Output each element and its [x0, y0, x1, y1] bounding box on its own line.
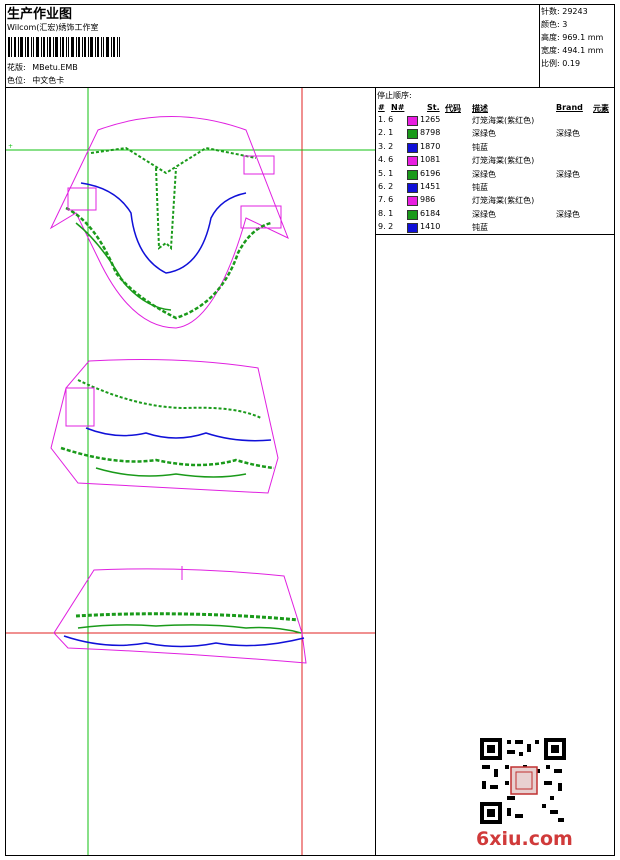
color-value: 中文色卡 — [32, 76, 65, 85]
row-seq: 1. 6 — [378, 115, 394, 124]
stat-colors: 颜色: 3 — [541, 20, 568, 29]
row-code: 1451 — [420, 182, 441, 191]
row-brand: 深绿色 — [556, 129, 580, 139]
color-swatch — [407, 209, 418, 220]
color-field: 色位: 中文色卡 — [7, 75, 64, 86]
row-code: 986 — [420, 195, 436, 205]
row-desc: 灯笼海棠(紫红色) — [472, 116, 535, 125]
table-row: 1. 6 1265 灯笼海棠(紫红色) — [377, 115, 615, 128]
table-row: 9. 2 1410 钝蓝 — [377, 222, 615, 235]
page-title: 生产作业图 — [7, 7, 73, 22]
row-code: 6196 — [420, 168, 441, 178]
qr-center-stamp — [510, 766, 538, 795]
row-desc: 钝蓝 — [472, 142, 488, 152]
site-logo: 6xiu.com — [476, 828, 573, 850]
row-seq: 7. 6 — [378, 195, 394, 205]
col-header-desc: 描述 — [472, 104, 488, 113]
row-seq: 2. 1 — [378, 128, 394, 138]
stat-width: 宽度: 494.1 mm — [541, 46, 604, 55]
frame-top — [5, 4, 615, 5]
row-code: 1870 — [420, 141, 441, 151]
row-desc: 灯笼海棠(紫红色) — [472, 196, 535, 206]
col-header-n: N# — [391, 103, 405, 112]
color-swatch — [407, 223, 418, 234]
piece-hem — [53, 566, 307, 664]
col-header-brand: Brand — [556, 103, 583, 112]
table-row: 8. 1 6184 深绿色 深绿色 — [377, 209, 615, 222]
studio-name: Wilcom(汇宏)绣饰工作室 — [7, 23, 99, 32]
stop-sequence-title: 停止顺序: — [377, 91, 412, 100]
row-desc: 钝蓝 — [472, 183, 488, 192]
row-code: 1265 — [420, 115, 441, 124]
row-brand: 深绿色 — [556, 169, 580, 179]
stats-divider — [539, 4, 540, 88]
stat-scale: 比例: 0.19 — [541, 59, 581, 68]
color-swatch — [407, 129, 418, 140]
color-swatch — [407, 156, 418, 167]
table-row: 4. 6 1081 灯笼海棠(紫红色) — [377, 155, 615, 168]
row-code: 1410 — [420, 222, 441, 232]
stat-height: 高度: 969.1 mm — [541, 33, 604, 42]
color-swatch — [407, 142, 418, 153]
row-seq: 3. 2 — [378, 141, 394, 151]
row-seq: 6. 2 — [378, 182, 394, 191]
row-desc: 钝蓝 — [472, 223, 488, 233]
row-seq: 8. 1 — [378, 208, 394, 218]
table-row: 3. 2 1870 钝蓝 — [377, 142, 615, 155]
barcode — [8, 37, 120, 57]
color-swatch — [407, 169, 418, 180]
panel-divider — [375, 87, 376, 856]
col-header-code: 代码 — [445, 104, 461, 113]
embroidery-preview: + — [6, 88, 375, 855]
row-desc: 深绿色 — [472, 209, 496, 219]
color-label: 色位: — [7, 76, 26, 85]
frame-bottom — [5, 855, 615, 856]
qr-code — [480, 738, 566, 824]
color-swatch — [407, 183, 418, 193]
design-value: MBetu.EMB — [32, 63, 78, 72]
row-brand: 深绿色 — [556, 209, 580, 219]
row-seq: 9. 2 — [378, 222, 394, 232]
row-desc: 深绿色 — [472, 129, 496, 139]
design-field: 花版: MBetu.EMB — [7, 62, 78, 73]
color-swatch — [407, 116, 418, 126]
row-seq: 5. 1 — [378, 168, 394, 178]
table-row: 6. 2 1451 钝蓝 — [377, 182, 615, 195]
col-header-element: 元素 — [593, 104, 609, 113]
design-label: 花版: — [7, 63, 26, 72]
table-row: 7. 6 986 灯笼海棠(紫红色) — [377, 195, 615, 208]
stat-stitches: 针数: 29243 — [541, 7, 588, 16]
piece-bodice — [50, 359, 279, 494]
row-desc: 灯笼海棠(紫红色) — [472, 156, 535, 166]
row-code: 1081 — [420, 155, 441, 165]
row-code: 6184 — [420, 208, 441, 218]
color-swatch — [407, 196, 418, 207]
col-header-st: St. — [427, 103, 440, 112]
svg-text:+: + — [8, 143, 13, 150]
col-header-hash: # — [378, 103, 385, 112]
row-desc: 深绿色 — [472, 169, 496, 179]
table-row: 5. 1 6196 深绿色 深绿色 — [377, 169, 615, 182]
row-seq: 4. 6 — [378, 155, 394, 165]
row-code: 8798 — [420, 128, 441, 138]
table-row: 2. 1 8798 深绿色 深绿色 — [377, 128, 615, 141]
piece-neckline — [49, 116, 289, 329]
